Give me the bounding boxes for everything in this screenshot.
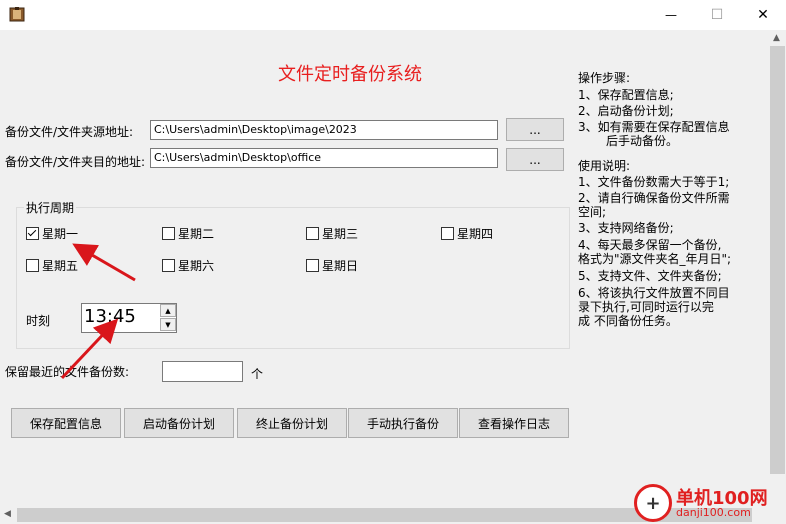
- scroll-up-icon[interactable]: ▲: [773, 33, 780, 43]
- watermark-logo-icon: +: [634, 484, 672, 522]
- scroll-left-icon[interactable]: ◀: [4, 509, 11, 519]
- watermark-url: danji100.com: [676, 506, 751, 519]
- arrow-to-monday: [72, 243, 136, 282]
- arrow-to-time: [60, 318, 119, 380]
- vertical-scroll-thumb[interactable]: [770, 46, 785, 474]
- annotation-arrows: [60, 243, 136, 380]
